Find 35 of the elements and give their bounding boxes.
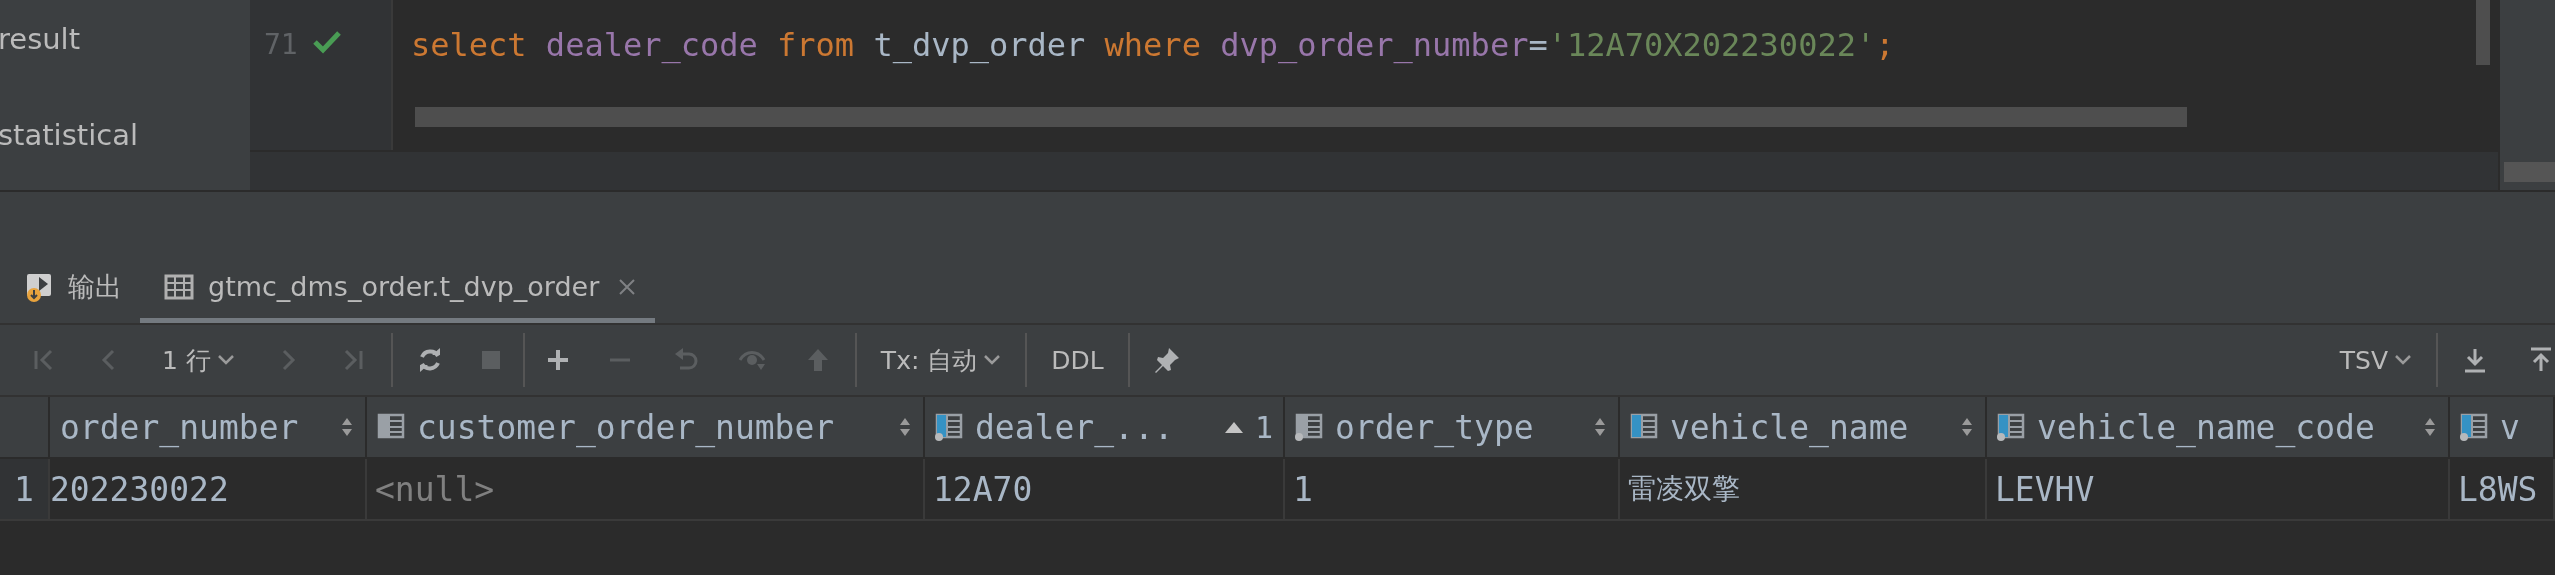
scrollbar[interactable] (2476, 0, 2490, 65)
column-header[interactable]: vehicle_name_code (1987, 397, 2450, 459)
column-header[interactable]: dealer_... 1 (925, 397, 1285, 459)
column-header[interactable]: customer_order_number (367, 397, 925, 459)
tab[interactable]: gtmc_dms_order.t_dvp_order (140, 255, 656, 323)
sidebar-item[interactable]: statistical (0, 118, 250, 152)
transaction-dropdown[interactable]: Tx: 自动 (860, 343, 1022, 377)
table-cell: 202230022 (50, 459, 367, 521)
tab[interactable]: 输出 (0, 255, 140, 323)
row-number: 1 (0, 459, 50, 521)
table-cell: LEVHV (1987, 459, 2450, 521)
sort-order: 1 (1254, 409, 1273, 445)
stop-icon (481, 351, 500, 369)
column-header[interactable]: vehicle_name (1620, 397, 1987, 459)
minus-icon (609, 357, 630, 363)
sidebar-item[interactable]: result (0, 22, 250, 56)
table-icon (164, 272, 194, 301)
table-cell: L8WS (2450, 459, 2555, 521)
ddl-button[interactable]: DDL (1031, 345, 1124, 375)
table-cell: <null> (367, 459, 925, 521)
row-count-dropdown[interactable]: 1 行 (142, 343, 255, 377)
plus-icon (547, 350, 568, 370)
scrollbar[interactable] (415, 107, 2187, 127)
column-header[interactable]: order_type (1285, 397, 1620, 459)
table-cell: 1 (1285, 459, 1620, 521)
caret-icon (983, 354, 1002, 366)
format-dropdown[interactable]: TSV (2319, 345, 2432, 375)
column-header[interactable]: order_number (50, 397, 367, 459)
scrollbar[interactable] (2504, 162, 2555, 182)
table-cell: 雷凌双擎 (1620, 459, 1987, 521)
close-icon[interactable] (617, 276, 638, 297)
caret-icon (2394, 354, 2412, 366)
table-cell: 12A70 (925, 459, 1285, 521)
column-header[interactable]: v (2450, 397, 2555, 459)
caret-icon (216, 354, 235, 366)
